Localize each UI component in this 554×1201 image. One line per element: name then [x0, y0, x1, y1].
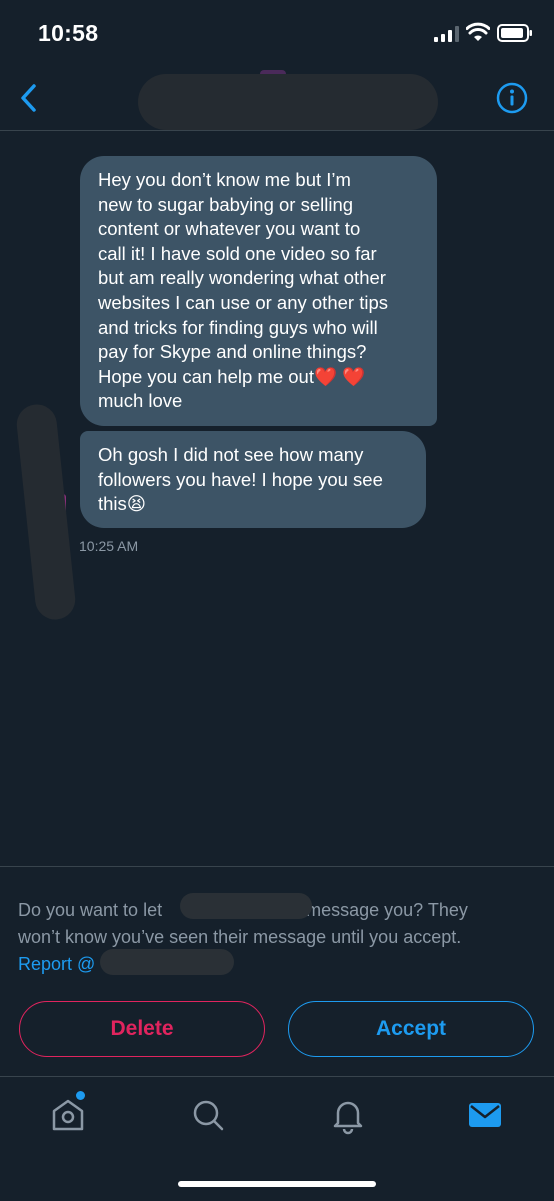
info-icon[interactable]	[496, 82, 528, 114]
notification-dot	[76, 1091, 85, 1100]
home-indicator	[178, 1181, 376, 1187]
mail-icon[interactable]	[465, 1095, 505, 1135]
report-link[interactable]: Report @	[18, 954, 95, 974]
status-bar: 10:58	[0, 0, 554, 66]
redacted-avatar	[14, 402, 78, 622]
message-bubble[interactable]: Oh gosh I did not see how many followers…	[80, 431, 426, 528]
bottom-tab-bar	[0, 1076, 554, 1201]
redacted-username	[138, 74, 438, 130]
redacted-handle	[100, 949, 234, 975]
status-time: 10:58	[38, 20, 99, 46]
redacted-username	[180, 893, 312, 919]
home-icon[interactable]	[48, 1095, 88, 1135]
bell-icon[interactable]	[328, 1095, 368, 1135]
cellular-signal-icon	[434, 26, 459, 42]
conversation-header	[0, 66, 554, 131]
request-prompt-line2: won’t know you’ve seen their message unt…	[18, 927, 462, 947]
request-prompt-prefix: Do you want to let	[18, 900, 163, 920]
message-timestamp: 10:25 AM	[79, 538, 139, 554]
wifi-icon	[466, 22, 490, 41]
back-chevron-icon[interactable]	[14, 80, 46, 116]
search-icon[interactable]	[188, 1095, 228, 1135]
request-prompt-suffix: message you? They	[306, 900, 468, 920]
delete-button[interactable]: Delete	[19, 1001, 265, 1057]
accept-button[interactable]: Accept	[288, 1001, 534, 1057]
message-bubble[interactable]: Hey you don’t know me but I’m new to sug…	[80, 156, 437, 426]
battery-icon	[497, 24, 532, 42]
message-request-panel: Do you want to let message you? They won’…	[0, 866, 554, 1077]
